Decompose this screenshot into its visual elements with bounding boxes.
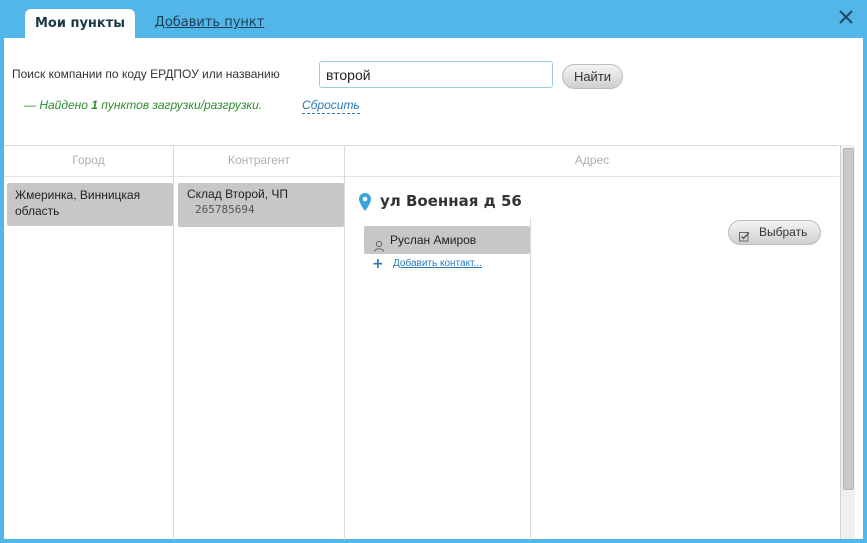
vertical-scrollbar[interactable] xyxy=(840,145,855,539)
counterparty-cell[interactable]: Склад Второй, ЧП 265785694 xyxy=(178,183,344,227)
found-prefix: — Найдено xyxy=(24,98,92,112)
map-pin-icon xyxy=(359,193,371,211)
column-divider xyxy=(173,146,174,540)
select-label: Выбрать xyxy=(759,225,808,239)
person-icon xyxy=(373,234,385,252)
contact-row[interactable]: Руслан Амиров xyxy=(364,226,530,254)
points-table: Город Контрагент Адрес Жмеринка, Винницк… xyxy=(4,145,839,540)
column-header-counterparty: Контрагент xyxy=(174,146,344,177)
dialog-content: Поиск компании по коду ЕРДПОУ или назван… xyxy=(4,38,863,540)
scrollbar-thumb[interactable] xyxy=(843,148,854,490)
found-result-text: — Найдено 1 пунктов загрузки/разгрузки. xyxy=(24,98,262,112)
column-header-city: Город xyxy=(4,146,173,177)
dialog-frame: Мои пункты Добавить пункт Поиск компании… xyxy=(0,0,867,543)
city-cell[interactable]: Жмеринка, Винницкая область xyxy=(7,183,173,226)
column-header-address: Адрес xyxy=(345,146,839,177)
dialog-titlebar: Мои пункты Добавить пункт xyxy=(0,0,867,38)
contact-name: Руслан Амиров xyxy=(390,233,477,247)
close-icon[interactable] xyxy=(837,8,855,26)
search-input[interactable] xyxy=(319,61,553,88)
address-title: ул Военная д 56 xyxy=(380,192,522,210)
counterparty-code: 265785694 xyxy=(195,203,255,216)
tab-my-points[interactable]: Мои пункты xyxy=(25,9,135,38)
counterparty-name: Склад Второй, ЧП xyxy=(187,187,289,201)
found-count: 1 xyxy=(91,98,98,112)
column-divider xyxy=(344,146,345,540)
checkbox-icon xyxy=(739,227,750,242)
add-contact-link[interactable]: Добавить контакт... xyxy=(393,258,482,269)
found-suffix: пунктов загрузки/разгрузки. xyxy=(97,98,263,112)
search-label: Поиск компании по коду ЕРДПОУ или назван… xyxy=(12,67,280,81)
column-divider xyxy=(530,218,531,540)
select-button[interactable]: Выбрать xyxy=(728,220,821,245)
reset-link[interactable]: Сбросить xyxy=(302,98,360,114)
tab-add-point[interactable]: Добавить пункт xyxy=(147,9,272,38)
plus-icon[interactable]: + xyxy=(372,256,384,272)
find-button[interactable]: Найти xyxy=(562,64,623,89)
